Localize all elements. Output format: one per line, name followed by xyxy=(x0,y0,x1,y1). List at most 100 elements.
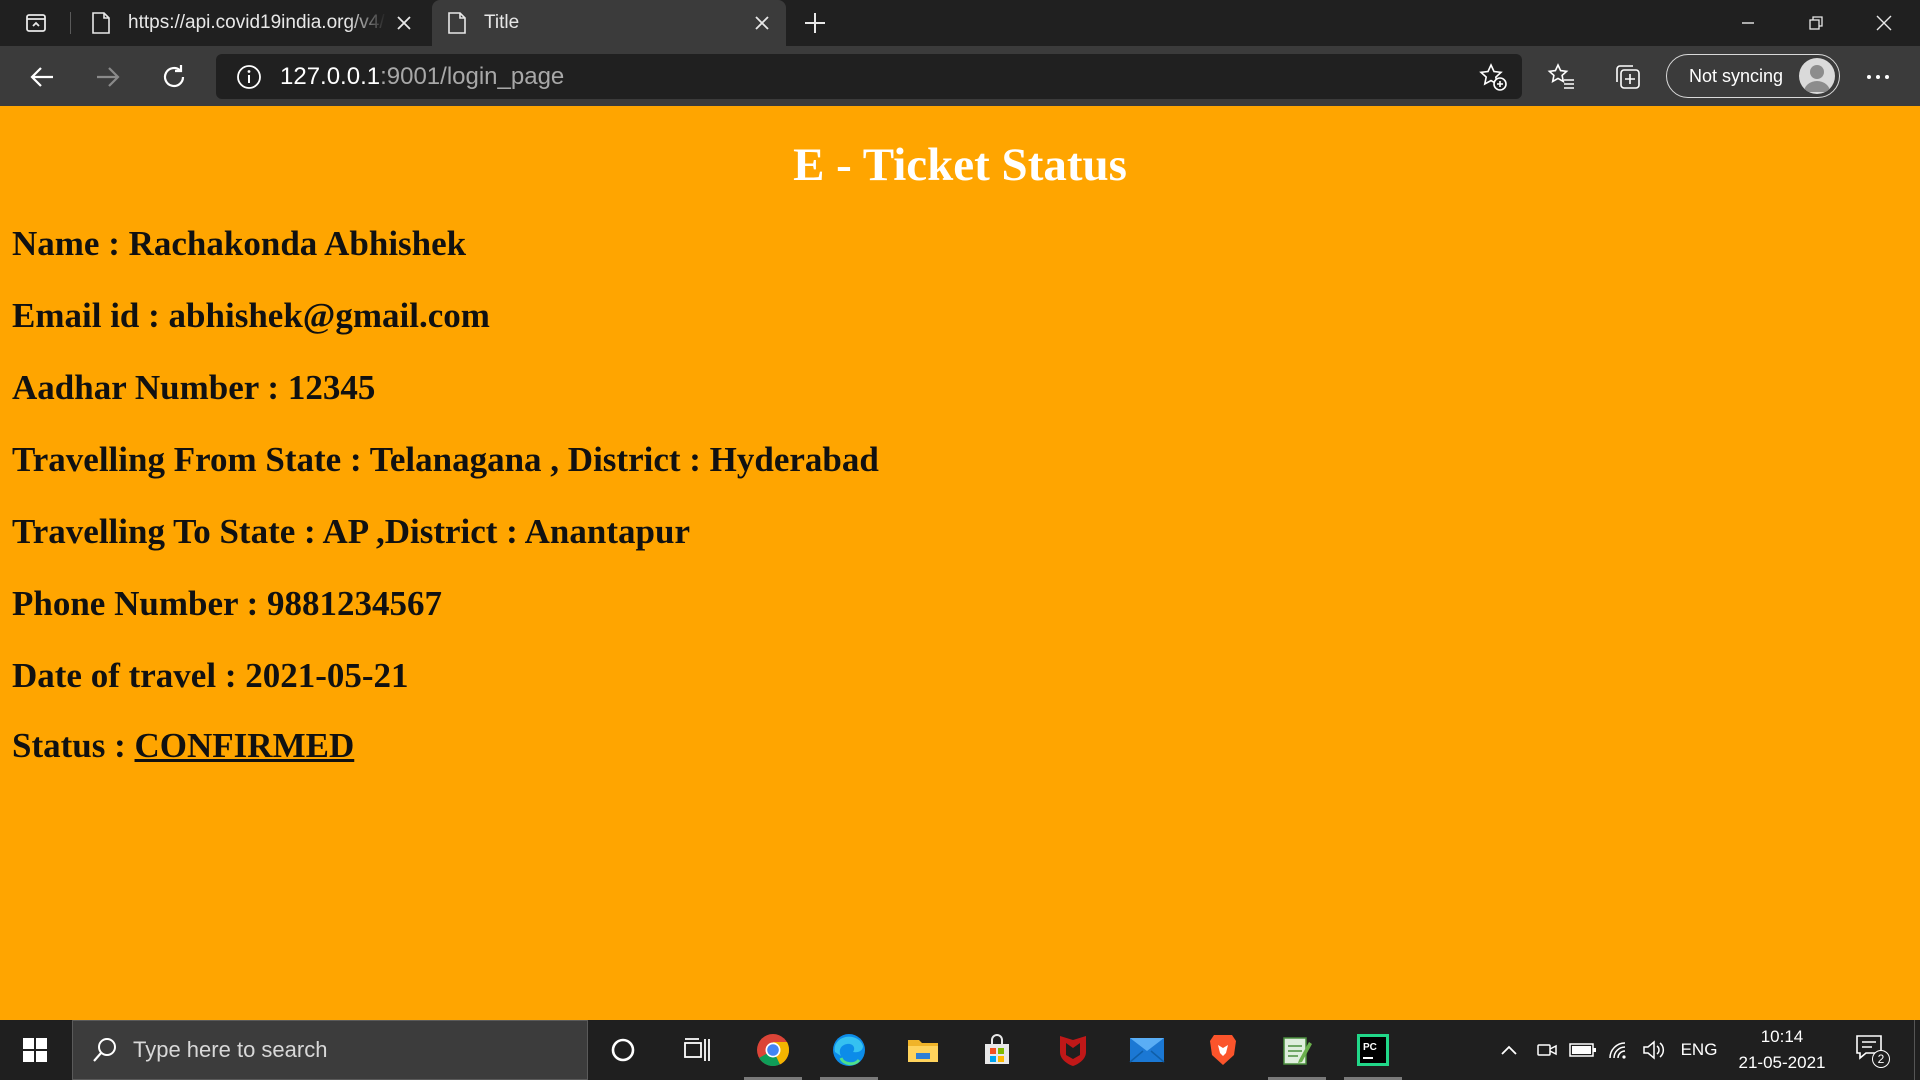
search-placeholder: Type here to search xyxy=(133,1037,328,1062)
camera-icon xyxy=(1537,1044,1557,1056)
travel-date-line: Date of travel : 2021-05-21 xyxy=(12,656,409,695)
folder-icon xyxy=(908,1040,938,1062)
notification-badge: 2 xyxy=(1872,1050,1890,1068)
file-explorer-button[interactable] xyxy=(888,1020,958,1080)
notepad-icon xyxy=(1283,1037,1312,1065)
restore-icon xyxy=(1809,16,1823,30)
tab-title: https://api.covid19india.org/v4/data.jso… xyxy=(128,12,386,33)
store-button[interactable] xyxy=(962,1020,1032,1080)
url-host: 127.0.0.1 xyxy=(280,62,381,90)
action-center-button[interactable]: 2 xyxy=(1854,1032,1890,1068)
to-location-line: Travelling To State : AP ,District : Ana… xyxy=(12,512,690,551)
close-icon xyxy=(1876,15,1892,31)
back-button[interactable] xyxy=(20,55,64,99)
svg-text:PC: PC xyxy=(1363,1042,1377,1053)
page-icon xyxy=(448,12,466,34)
volume-button[interactable] xyxy=(1638,1020,1670,1080)
refresh-button[interactable] xyxy=(152,55,196,99)
close-icon xyxy=(755,16,769,30)
aadhar-line: Aadhar Number : 12345 xyxy=(12,368,376,407)
close-window-button[interactable] xyxy=(1850,0,1918,46)
clock-time: 10:14 xyxy=(1760,1027,1804,1046)
windows-taskbar: Type here to search PC ENG 10:14 21-05-2… xyxy=(0,1020,1920,1080)
mail-button[interactable] xyxy=(1112,1020,1182,1080)
mail-icon xyxy=(1129,1038,1165,1063)
arrow-right-icon xyxy=(97,67,120,87)
brave-button[interactable] xyxy=(1188,1020,1258,1080)
status-label: Status : xyxy=(12,726,135,765)
tab-actions-button[interactable] xyxy=(8,6,64,40)
favorites-list-icon xyxy=(1547,63,1574,89)
pycharm-button[interactable]: PC xyxy=(1338,1020,1408,1080)
tab-actions-icon xyxy=(26,14,46,32)
profile-sync-button[interactable]: Not syncing xyxy=(1666,54,1840,98)
person-icon xyxy=(1804,65,1830,92)
page-icon xyxy=(92,12,110,34)
cortana-button[interactable] xyxy=(588,1020,658,1080)
url-text[interactable]: 127.0.0.1:9001/login_page xyxy=(280,63,564,91)
tab-title-page[interactable]: Title xyxy=(432,0,786,46)
speaker-icon xyxy=(1643,1040,1665,1060)
favorites-button[interactable] xyxy=(1540,55,1584,99)
avatar xyxy=(1799,58,1835,94)
more-icon xyxy=(1867,75,1889,79)
url-path: :9001/login_page xyxy=(380,62,565,90)
email-line: Email id : abhishek@gmail.com xyxy=(12,296,490,335)
forward-button[interactable] xyxy=(86,55,130,99)
new-tab-button[interactable] xyxy=(798,6,832,40)
sync-label: Not syncing xyxy=(1689,65,1784,86)
edge-taskbar-button[interactable] xyxy=(814,1020,884,1080)
arrow-left-icon xyxy=(30,67,53,87)
network-button[interactable] xyxy=(1604,1020,1634,1080)
mcafee-button[interactable] xyxy=(1038,1020,1108,1080)
mcafee-shield-icon xyxy=(1060,1036,1086,1066)
chrome-taskbar-button[interactable] xyxy=(738,1020,808,1080)
settings-menu-button[interactable] xyxy=(1856,55,1900,99)
meet-now-button[interactable] xyxy=(1532,1020,1562,1080)
tab-separator xyxy=(70,12,71,34)
page-title: E - Ticket Status xyxy=(793,139,1127,191)
status-line: Status : CONFIRMED xyxy=(12,726,354,766)
clock-date: 21-05-2021 xyxy=(1738,1053,1826,1072)
browser-toolbar: 127.0.0.1:9001/login_page Not syncing xyxy=(0,46,1920,106)
tab-covid-api[interactable]: https://api.covid19india.org/v4/data.jso… xyxy=(76,0,428,46)
tab-close-button[interactable] xyxy=(744,5,780,41)
collections-icon xyxy=(1616,65,1640,89)
page-content: E - Ticket Status Name : Rachakonda Abhi… xyxy=(0,106,1920,1020)
pycharm-icon: PC xyxy=(1357,1034,1389,1066)
windows-logo-icon xyxy=(23,1038,47,1062)
brave-lion-icon xyxy=(1210,1035,1236,1065)
minimize-button[interactable] xyxy=(1714,0,1782,46)
phone-line: Phone Number : 9881234567 xyxy=(12,584,443,623)
show-desktop-button[interactable] xyxy=(1914,1020,1920,1080)
taskbar-clock[interactable]: 10:14 21-05-2021 xyxy=(1722,1024,1842,1076)
tab-close-button[interactable] xyxy=(386,5,422,41)
cortana-icon xyxy=(611,1038,635,1062)
battery-button[interactable] xyxy=(1566,1020,1600,1080)
minimize-icon xyxy=(1742,22,1754,24)
edge-icon xyxy=(833,1034,865,1066)
collections-button[interactable] xyxy=(1606,55,1650,99)
plus-icon xyxy=(805,13,825,33)
restore-button[interactable] xyxy=(1782,0,1850,46)
task-view-icon xyxy=(684,1038,710,1061)
battery-icon xyxy=(1569,1043,1596,1057)
name-line: Name : Rachakonda Abhishek xyxy=(12,224,467,263)
address-bar[interactable]: 127.0.0.1:9001/login_page xyxy=(216,54,1522,99)
info-icon[interactable] xyxy=(236,64,262,90)
wifi-icon xyxy=(1609,1042,1626,1059)
start-button[interactable] xyxy=(0,1020,70,1080)
taskbar-search-box[interactable]: Type here to search xyxy=(72,1020,588,1080)
notepad-app-button[interactable] xyxy=(1262,1020,1332,1080)
task-view-button[interactable] xyxy=(662,1020,732,1080)
chrome-icon xyxy=(757,1034,790,1067)
add-favorite-icon[interactable] xyxy=(1478,62,1508,92)
search-icon xyxy=(93,1038,116,1062)
input-language[interactable]: ENG xyxy=(1674,1020,1724,1080)
chevron-up-icon xyxy=(1501,1045,1517,1055)
from-location-line: Travelling From State : Telanagana , Dis… xyxy=(12,440,879,479)
store-icon xyxy=(985,1034,1009,1064)
refresh-icon xyxy=(163,65,185,88)
show-hidden-icons-button[interactable] xyxy=(1494,1020,1524,1080)
status-value: CONFIRMED xyxy=(134,726,355,765)
